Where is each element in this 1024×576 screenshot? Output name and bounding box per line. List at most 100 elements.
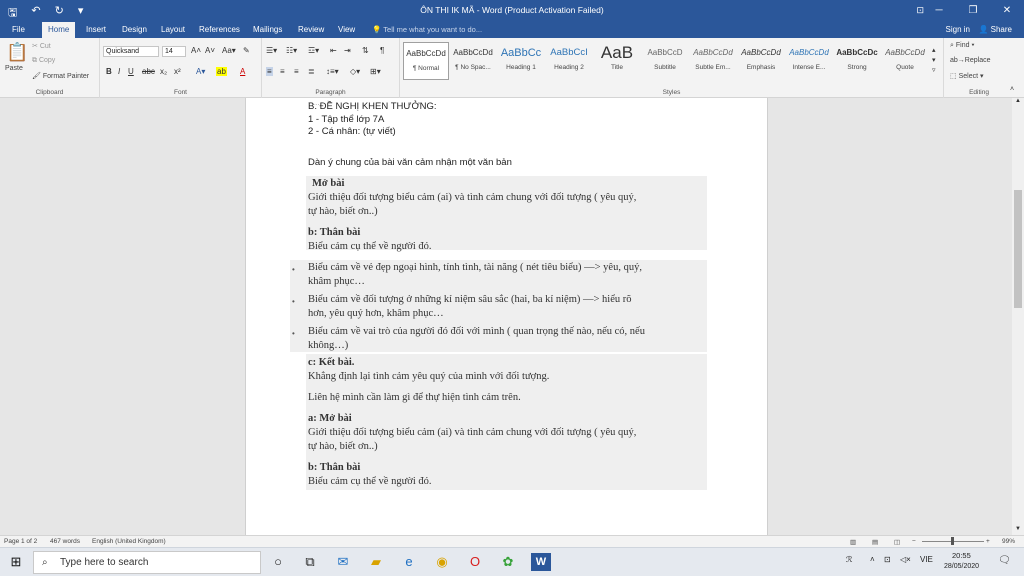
tab-design[interactable]: Design — [116, 22, 153, 38]
font-name-box[interactable]: Quicksand — [103, 46, 159, 57]
zoom-slider-thumb[interactable] — [951, 537, 954, 545]
borders-icon[interactable]: ⊞▾ — [370, 67, 381, 76]
tell-me-box[interactable]: 💡 Tell me what you want to do... — [372, 25, 482, 34]
copy-button[interactable]: ⧉ Copy — [32, 57, 55, 65]
underline-icon[interactable]: U — [128, 67, 134, 76]
network-icon[interactable]: ⊡ — [884, 555, 891, 564]
language-indicator[interactable]: English (United Kingdom) — [92, 538, 166, 545]
line-spacing-icon[interactable]: ↕≡▾ — [326, 67, 339, 76]
people-icon[interactable]: ℛ — [846, 555, 852, 564]
show-hidden-icons-icon[interactable]: ˄ — [870, 555, 875, 564]
format-painter-button[interactable]: 🖌 Format Painter — [32, 72, 89, 80]
tab-insert[interactable]: Insert — [80, 22, 112, 38]
style-title[interactable]: AaB Title — [594, 42, 640, 80]
cortana-icon[interactable]: ○ — [268, 553, 288, 571]
highlight-icon[interactable]: ab — [216, 67, 227, 76]
bullets-icon[interactable]: ☰▾ — [266, 46, 277, 55]
scroll-up-icon[interactable]: ▲ — [1015, 98, 1021, 104]
tab-mailings[interactable]: Mailings — [247, 22, 288, 38]
superscript-icon[interactable]: x² — [174, 67, 181, 76]
clipboard-label: Clipboard — [35, 89, 64, 96]
scroll-thumb[interactable] — [1014, 190, 1022, 308]
cut-button[interactable]: ✂ Cut — [32, 42, 51, 50]
vertical-scrollbar[interactable]: ▲ ▼ — [1012, 98, 1024, 535]
web-layout-icon[interactable]: ◫ — [894, 538, 900, 546]
chrome-icon[interactable]: ◉ — [432, 553, 452, 571]
clock-date[interactable]: 28/05/2020 — [944, 563, 979, 570]
align-right-icon[interactable]: ≡ — [294, 67, 299, 76]
font-size-box[interactable]: 14 — [162, 46, 186, 57]
edge-icon[interactable]: e — [399, 553, 419, 571]
tab-layout[interactable]: Layout — [155, 22, 191, 38]
align-center-icon[interactable]: ≡ — [280, 67, 285, 76]
share-button[interactable]: 👤 Share — [978, 25, 1012, 34]
zoom-in-icon[interactable]: + — [986, 538, 990, 545]
font-color-icon[interactable]: A — [240, 67, 245, 76]
windows-start-icon[interactable]: ⊞ — [6, 553, 26, 571]
tab-view[interactable]: View — [332, 22, 361, 38]
style-quote[interactable]: AaBbCcDd Quote — [882, 42, 928, 80]
minimize-button[interactable]: ─ — [922, 0, 956, 22]
strikethrough-icon[interactable]: abc — [142, 67, 155, 76]
close-button[interactable]: ✕ — [990, 0, 1024, 22]
style-heading-2[interactable]: AaBbCcI Heading 2 — [546, 42, 592, 80]
zoom-out-icon[interactable]: − — [912, 538, 916, 545]
page-count[interactable]: Page 1 of 2 — [4, 538, 37, 545]
task-view-icon[interactable]: ⧉ — [300, 553, 320, 571]
style-no-spacing[interactable]: AaBbCcDd ¶ No Spac... — [450, 42, 496, 80]
sort-icon[interactable]: ⇅ — [362, 46, 369, 55]
style-heading-1[interactable]: AaBbCc Heading 1 — [498, 42, 544, 80]
style-subtitle[interactable]: AaBbCcD Subtitle — [642, 42, 688, 80]
document-page[interactable]: - ... B. ĐỀ NGHỊ KHEN THƯỞNG: 1 - Tập th… — [245, 98, 768, 535]
tab-references[interactable]: References — [193, 22, 246, 38]
pilcrow-icon[interactable]: ¶ — [380, 46, 384, 55]
subscript-icon[interactable]: x₂ — [160, 67, 167, 76]
style-subtle-emphasis[interactable]: AaBbCcDd Subtle Em... — [690, 42, 736, 80]
paste-icon[interactable]: 📋 — [6, 42, 28, 63]
volume-icon[interactable]: ◁× — [900, 555, 911, 564]
clear-formatting-icon[interactable]: ✎ — [243, 46, 250, 55]
text-effects-icon[interactable]: A▾ — [196, 67, 205, 76]
shrink-font-icon[interactable]: A˅ — [205, 46, 215, 55]
style-strong[interactable]: AaBbCcDc Strong — [834, 42, 880, 80]
italic-icon[interactable]: I — [118, 67, 120, 76]
opera-icon[interactable]: O — [465, 553, 485, 571]
style-intense-emphasis[interactable]: AaBbCcDd Intense E... — [786, 42, 832, 80]
restore-button[interactable]: ❐ — [956, 0, 990, 22]
bold-icon[interactable]: B — [106, 67, 112, 76]
justify-icon[interactable]: ≣ — [308, 67, 315, 76]
decrease-indent-icon[interactable]: ⇤ — [330, 46, 337, 55]
app-icon[interactable]: ✿ — [498, 553, 518, 571]
read-mode-icon[interactable]: ▥ — [850, 538, 856, 546]
change-case-icon[interactable]: Aa▾ — [222, 46, 236, 55]
file-explorer-icon[interactable]: ▰ — [366, 553, 386, 571]
tab-review[interactable]: Review — [292, 22, 330, 38]
select-button[interactable]: ⬚ Select ▾ — [950, 72, 984, 80]
style-emphasis[interactable]: AaBbCcDd Emphasis — [738, 42, 784, 80]
clock-time[interactable]: 20:55 — [952, 551, 971, 560]
taskbar-search[interactable]: ⌕ Type here to search — [33, 551, 261, 574]
notification-icon[interactable]: 🗨 — [998, 555, 1011, 566]
replace-button[interactable]: ab→Replace — [950, 57, 990, 64]
print-layout-icon[interactable]: ▤ — [872, 538, 878, 546]
paste-button[interactable]: Paste — [5, 65, 23, 72]
scroll-down-icon[interactable]: ▼ — [1015, 526, 1021, 532]
input-language[interactable]: VIE — [920, 555, 933, 564]
word-icon[interactable]: W — [531, 553, 551, 571]
grow-font-icon[interactable]: A˄ — [191, 46, 201, 55]
increase-indent-icon[interactable]: ⇥ — [344, 46, 351, 55]
align-left-icon[interactable]: ≡ — [266, 67, 273, 76]
sign-in-link[interactable]: Sign in — [946, 25, 970, 34]
mail-icon[interactable]: ✉ — [333, 553, 353, 571]
collapse-ribbon-icon[interactable]: ˄ — [1010, 86, 1014, 93]
tab-file[interactable]: File — [6, 22, 31, 38]
find-button[interactable]: ⌕ Find ▾ — [950, 42, 974, 50]
word-count[interactable]: 467 words — [50, 538, 80, 545]
numbering-icon[interactable]: ☷▾ — [286, 46, 297, 55]
zoom-level[interactable]: 99% — [1002, 538, 1015, 545]
multilevel-list-icon[interactable]: ☲▾ — [308, 46, 319, 55]
styles-scroll-icon[interactable]: ▴ ▾ ▿ — [932, 46, 936, 76]
shading-icon[interactable]: ◇▾ — [350, 67, 360, 76]
tab-home[interactable]: Home — [42, 22, 76, 38]
style-normal[interactable]: AaBbCcDd ¶ Normal — [403, 42, 449, 80]
